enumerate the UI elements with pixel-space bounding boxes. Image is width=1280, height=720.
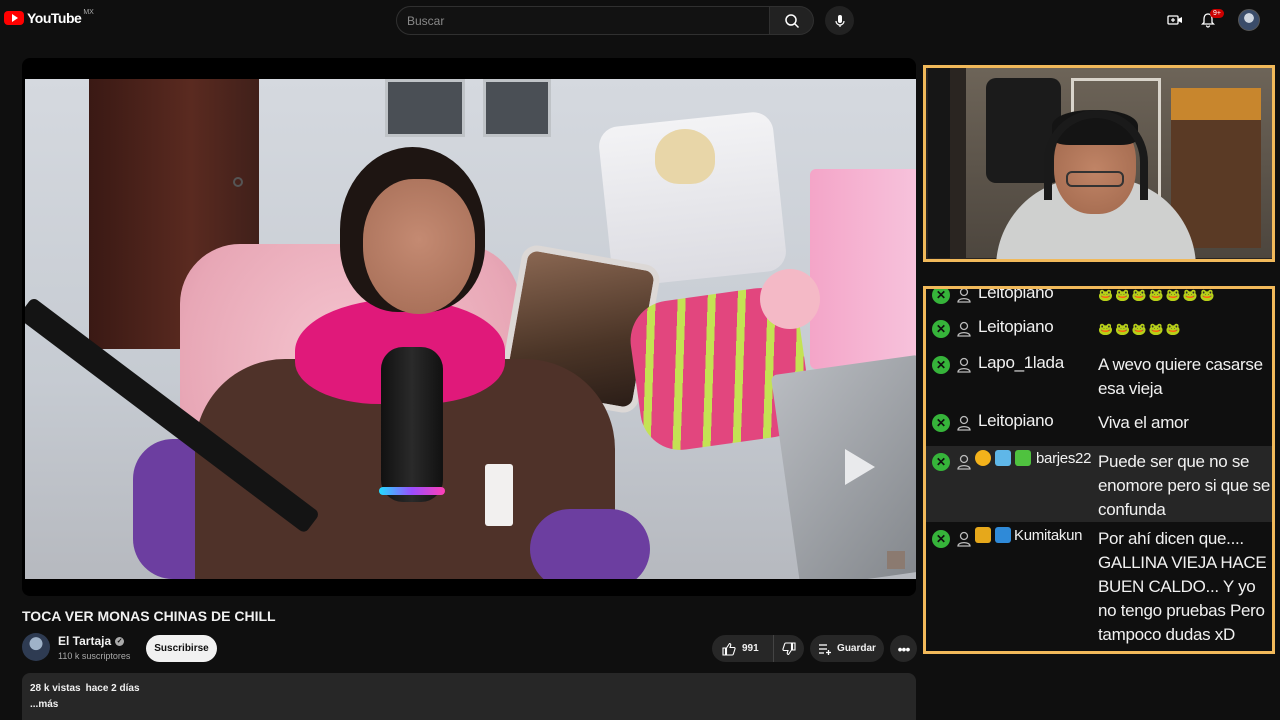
like-count: 991 — [742, 643, 759, 654]
more-actions-button[interactable]: ••• — [890, 635, 917, 662]
voice-search-button[interactable] — [825, 6, 854, 35]
logo-region: MX — [83, 8, 94, 16]
upload-date: hace 2 días — [85, 683, 140, 694]
chat-author[interactable]: Lapo_1lada — [978, 353, 1064, 373]
user-icon — [957, 357, 971, 373]
notification-count-badge: 9+ — [1210, 9, 1224, 18]
user-icon — [957, 415, 971, 431]
description-more-link[interactable]: ...más — [30, 699, 916, 710]
video-scene-wall-frame — [385, 79, 465, 137]
youtube-play-icon — [4, 11, 24, 25]
description-box[interactable]: 28 k vistas hace 2 días ...más — [22, 673, 916, 720]
account-avatar[interactable] — [1238, 9, 1260, 31]
logo-text: YouTube — [27, 10, 82, 26]
thumbs-down-icon — [782, 641, 796, 655]
more-horizontal-icon: ••• — [897, 640, 911, 657]
video-camera-plus-icon — [1167, 15, 1182, 25]
video-scene-microphone — [381, 347, 443, 502]
user-icon — [957, 321, 971, 337]
moderator-badge-icon: ✕ — [932, 453, 950, 471]
chat-message: ✕ barjes22 Puede ser que no se enomore p… — [926, 446, 1272, 522]
view-count: 28 k vistas — [30, 683, 81, 694]
chat-text: A wevo quiere casarse esa vieja — [1098, 355, 1263, 398]
chat-message: ✕ Lapo_1lada A wevo quiere casarse esa v… — [926, 353, 1272, 407]
video-scene-doll-hair — [655, 129, 715, 184]
webcam-scene-mic-arm — [928, 68, 950, 258]
chat-message: ✕ Leitopiano 🐸🐸🐸🐸🐸🐸🐸 — [926, 288, 1272, 309]
chat-text: Por ahí dicen que.... GALLINA VIEJA HACE… — [1098, 529, 1267, 644]
channel-avatar[interactable] — [22, 633, 50, 661]
video-scene-play-button-plaque — [770, 354, 916, 579]
gift-badge-icon — [1015, 450, 1031, 466]
video-scene-sticker — [485, 464, 513, 526]
chat-author[interactable]: Leitopiano — [978, 289, 1054, 303]
chat-emotes: 🐸🐸🐸🐸🐸🐸🐸 — [1098, 288, 1217, 302]
create-button[interactable] — [1165, 10, 1185, 30]
top-bar: YouTube MX 9+ — [0, 0, 1280, 40]
video-frame[interactable] — [25, 79, 916, 579]
video-player[interactable] — [22, 58, 916, 596]
thumbs-up-icon — [722, 642, 736, 656]
user-icon — [957, 454, 971, 470]
subscriber-count: 110 k suscriptores — [58, 651, 131, 661]
moderator-badge-icon: ✕ — [932, 320, 950, 338]
member-badge-icon — [995, 527, 1011, 543]
video-scene-mic-light — [379, 487, 445, 495]
user-icon — [957, 531, 971, 547]
video-scene-pink-case — [810, 169, 916, 369]
chat-message: ✕ Leitopiano 🐸🐸🐸🐸🐸 — [926, 317, 1272, 347]
youtube-logo[interactable]: YouTube MX — [4, 8, 94, 26]
video-scene-plaque-play-icon — [845, 449, 875, 485]
search-icon — [784, 13, 799, 28]
chat-message: ✕ Leitopiano Viva el amor — [926, 411, 1272, 441]
moderator-badge-icon: ✕ — [932, 530, 950, 548]
video-scene-knob — [233, 177, 243, 187]
like-button[interactable]: 991 — [712, 635, 774, 662]
chat-author[interactable]: barjes22 — [1036, 450, 1091, 467]
chat-text: Viva el amor — [1098, 413, 1189, 432]
channel-name-text[interactable]: El Tartaja — [58, 634, 111, 648]
search-input[interactable] — [397, 7, 769, 34]
video-scene-wall-frame — [483, 79, 551, 137]
microphone-icon — [834, 14, 845, 27]
subscriber-badge-icon — [995, 450, 1011, 466]
like-dislike-group: 991 — [712, 635, 804, 662]
webcam-overlay — [923, 65, 1275, 262]
save-label: Guardar — [837, 643, 876, 654]
chat-author[interactable]: Leitopiano — [978, 411, 1054, 431]
verified-check-icon: ✓ — [115, 637, 125, 647]
save-button[interactable]: Guardar — [810, 635, 884, 662]
video-scene-person-face — [363, 179, 475, 314]
moderator-badge-icon: ✕ — [932, 356, 950, 374]
description-meta: 28 k vistas hace 2 días — [30, 683, 916, 694]
chat-author[interactable]: Kumitakun — [1014, 527, 1082, 544]
crown-badge-icon — [975, 527, 991, 543]
live-chat-overlay: ✕ Leitopiano 🐸🐸🐸🐸🐸🐸🐸 ✕ Leitopiano 🐸🐸🐸🐸🐸 … — [923, 286, 1275, 654]
user-icon — [957, 289, 971, 303]
channel-name[interactable]: El Tartaja ✓ — [58, 634, 125, 648]
video-scene-plush-head — [760, 269, 820, 329]
playlist-add-icon — [819, 643, 832, 655]
search-box — [396, 6, 770, 35]
video-scene-sleeve — [530, 509, 650, 579]
chat-text: Puede ser que no se enomore pero si que … — [1098, 452, 1271, 519]
subscribe-button[interactable]: Suscribirse — [146, 635, 217, 662]
moderator-badge-icon: ✕ — [932, 289, 950, 304]
tier-badge-icon — [975, 450, 991, 466]
dislike-button[interactable] — [774, 635, 804, 662]
chat-emotes: 🐸🐸🐸🐸🐸 — [1098, 322, 1183, 336]
chat-author[interactable]: Leitopiano — [978, 317, 1054, 337]
video-title: TOCA VER MONAS CHINAS DE CHILL — [22, 608, 276, 624]
moderator-badge-icon: ✕ — [932, 414, 950, 432]
video-watermark-avatar — [887, 551, 905, 569]
search-button[interactable] — [770, 6, 814, 35]
chat-message: ✕ Kumitakun Por ahí dicen que.... GALLIN… — [926, 527, 1272, 651]
webcam-scene-glasses — [1066, 171, 1124, 187]
